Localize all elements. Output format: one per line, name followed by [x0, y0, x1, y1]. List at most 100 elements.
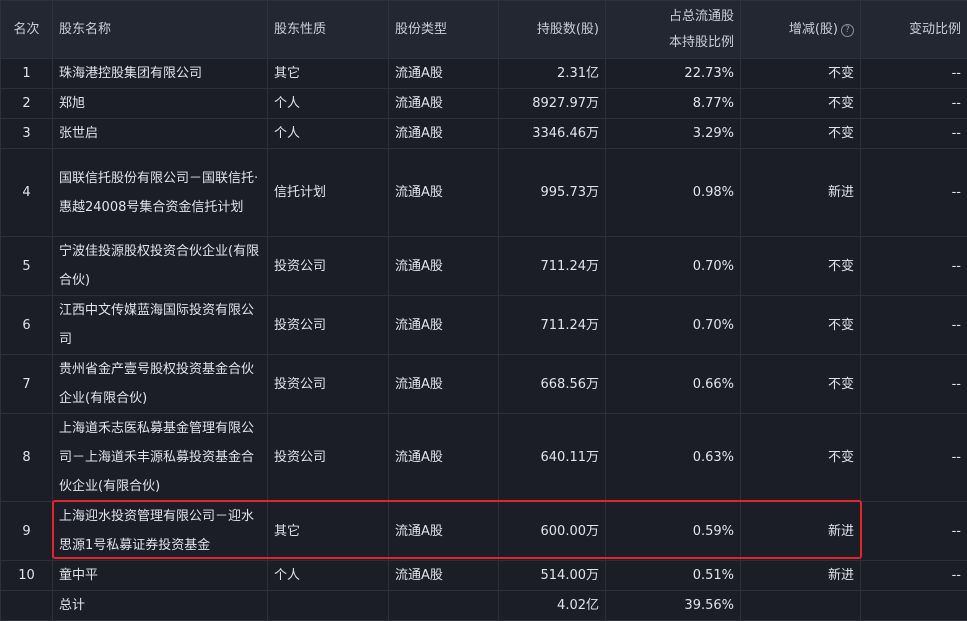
cell-nature: 其它: [268, 502, 389, 561]
cell-change: 不变: [741, 414, 861, 502]
cell-name[interactable]: 上海道禾志医私募基金管理有限公司－上海道禾丰源私募投资基金合伙企业(有限合伙): [53, 414, 268, 502]
cell-share-type: 流通A股: [389, 237, 499, 296]
cell-nature: 投资公司: [268, 414, 389, 502]
cell-rank: 1: [1, 59, 53, 89]
cell-change-pct: --: [861, 149, 967, 237]
cell-share-type: 流通A股: [389, 59, 499, 89]
cell-change-pct: --: [861, 355, 967, 414]
cell-ratio: 0.59%: [606, 502, 741, 561]
cell-share-type: 流通A股: [389, 149, 499, 237]
total-holding: 4.02亿: [499, 591, 606, 621]
cell-name[interactable]: 珠海港控股集团有限公司: [53, 59, 268, 89]
cell-change: 不变: [741, 296, 861, 355]
cell-nature: 投资公司: [268, 237, 389, 296]
cell-share-type: 流通A股: [389, 296, 499, 355]
table-row-highlighted[interactable]: 9 上海迎水投资管理有限公司－迎水思源1号私募证券投资基金 其它 流通A股 60…: [1, 502, 967, 561]
cell-rank: 8: [1, 414, 53, 502]
cell-change: 新进: [741, 561, 861, 591]
col-header-ratio-line2: 本持股比例: [612, 33, 734, 53]
cell-ratio: 22.73%: [606, 59, 741, 89]
cell-name[interactable]: 郑旭: [53, 89, 268, 119]
cell-change-pct: --: [861, 89, 967, 119]
cell-ratio: 0.66%: [606, 355, 741, 414]
cell-name[interactable]: 张世启: [53, 119, 268, 149]
table-row[interactable]: 5 宁波佳投源股权投资合伙企业(有限合伙) 投资公司 流通A股 711.24万 …: [1, 237, 967, 296]
cell-name[interactable]: 江西中文传媒蓝海国际投资有限公司: [53, 296, 268, 355]
cell-rank: 3: [1, 119, 53, 149]
cell-change: 不变: [741, 119, 861, 149]
cell-rank: 4: [1, 149, 53, 237]
col-header-rank[interactable]: 名次: [1, 1, 53, 59]
cell-change: 新进: [741, 149, 861, 237]
total-row: 总计 4.02亿 39.56%: [1, 591, 967, 621]
total-ratio: 39.56%: [606, 591, 741, 621]
col-header-change[interactable]: 增减(股)?: [741, 1, 861, 59]
cell-change: 不变: [741, 59, 861, 89]
cell-holding: 514.00万: [499, 561, 606, 591]
cell-rank: 7: [1, 355, 53, 414]
cell-change-pct: --: [861, 561, 967, 591]
question-icon[interactable]: ?: [841, 24, 854, 37]
cell-share-type: 流通A股: [389, 89, 499, 119]
table-row[interactable]: 7 贵州省金产壹号股权投资基金合伙企业(有限合伙) 投资公司 流通A股 668.…: [1, 355, 967, 414]
cell-rank: 2: [1, 89, 53, 119]
cell-ratio: 3.29%: [606, 119, 741, 149]
cell-change: 不变: [741, 355, 861, 414]
cell-change-pct: --: [861, 296, 967, 355]
total-label: 总计: [53, 591, 268, 621]
cell-holding: 711.24万: [499, 296, 606, 355]
cell-holding: 711.24万: [499, 237, 606, 296]
cell-ratio: 0.70%: [606, 237, 741, 296]
table-row[interactable]: 6 江西中文传媒蓝海国际投资有限公司 投资公司 流通A股 711.24万 0.7…: [1, 296, 967, 355]
cell-change: 新进: [741, 502, 861, 561]
cell-holding: 668.56万: [499, 355, 606, 414]
cell-nature: 个人: [268, 561, 389, 591]
cell-nature: 投资公司: [268, 355, 389, 414]
cell-ratio: 0.51%: [606, 561, 741, 591]
cell-nature: 个人: [268, 119, 389, 149]
col-header-holding[interactable]: 持股数(股): [499, 1, 606, 59]
cell-change-pct: --: [861, 59, 967, 89]
cell-holding: 8927.97万: [499, 89, 606, 119]
cell-empty: [268, 591, 389, 621]
col-header-share-type[interactable]: 股份类型: [389, 1, 499, 59]
cell-ratio: 0.63%: [606, 414, 741, 502]
cell-name[interactable]: 上海迎水投资管理有限公司－迎水思源1号私募证券投资基金: [53, 502, 268, 561]
cell-rank: 9: [1, 502, 53, 561]
col-header-ratio-line1: 占总流通股: [612, 7, 734, 27]
cell-name[interactable]: 国联信托股份有限公司－国联信托·惠越24008号集合资金信托计划: [53, 149, 268, 237]
cell-holding: 3346.46万: [499, 119, 606, 149]
cell-holding: 640.11万: [499, 414, 606, 502]
shareholders-table: 名次 股东名称 股东性质 股份类型 持股数(股) 占总流通股 本持股比例 增减(…: [0, 0, 967, 621]
cell-change-pct: --: [861, 119, 967, 149]
table-row[interactable]: 10 童中平 个人 流通A股 514.00万 0.51% 新进 --: [1, 561, 967, 591]
cell-name[interactable]: 宁波佳投源股权投资合伙企业(有限合伙): [53, 237, 268, 296]
cell-change-pct: --: [861, 414, 967, 502]
cell-change-pct: --: [861, 502, 967, 561]
table-row[interactable]: 2 郑旭 个人 流通A股 8927.97万 8.77% 不变 --: [1, 89, 967, 119]
cell-rank: 6: [1, 296, 53, 355]
cell-nature: 个人: [268, 89, 389, 119]
cell-name[interactable]: 贵州省金产壹号股权投资基金合伙企业(有限合伙): [53, 355, 268, 414]
table-row[interactable]: 4 国联信托股份有限公司－国联信托·惠越24008号集合资金信托计划 信托计划 …: [1, 149, 967, 237]
cell-ratio: 8.77%: [606, 89, 741, 119]
cell-rank: 5: [1, 237, 53, 296]
cell-nature: 信托计划: [268, 149, 389, 237]
cell-change-pct: --: [861, 237, 967, 296]
col-header-nature[interactable]: 股东性质: [268, 1, 389, 59]
cell-nature: 其它: [268, 59, 389, 89]
cell-ratio: 0.70%: [606, 296, 741, 355]
cell-empty: [1, 591, 53, 621]
table-header-row: 名次 股东名称 股东性质 股份类型 持股数(股) 占总流通股 本持股比例 增减(…: [1, 1, 967, 59]
cell-name[interactable]: 童中平: [53, 561, 268, 591]
col-header-name[interactable]: 股东名称: [53, 1, 268, 59]
table-row[interactable]: 8 上海道禾志医私募基金管理有限公司－上海道禾丰源私募投资基金合伙企业(有限合伙…: [1, 414, 967, 502]
col-header-change-pct[interactable]: 变动比例: [861, 1, 967, 59]
cell-share-type: 流通A股: [389, 119, 499, 149]
table-row[interactable]: 1 珠海港控股集团有限公司 其它 流通A股 2.31亿 22.73% 不变 --: [1, 59, 967, 89]
col-header-ratio[interactable]: 占总流通股 本持股比例: [606, 1, 741, 59]
cell-holding: 600.00万: [499, 502, 606, 561]
cell-share-type: 流通A股: [389, 561, 499, 591]
table-row[interactable]: 3 张世启 个人 流通A股 3346.46万 3.29% 不变 --: [1, 119, 967, 149]
cell-rank: 10: [1, 561, 53, 591]
